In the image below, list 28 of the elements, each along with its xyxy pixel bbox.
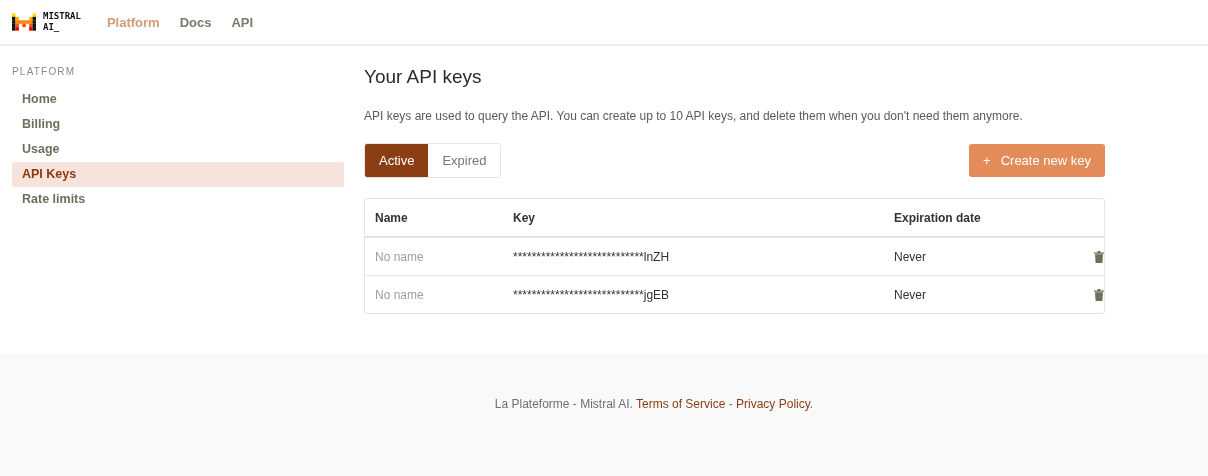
column-header: Expiration date — [893, 210, 982, 225]
column-header: Key — [512, 210, 536, 225]
sidebar-item[interactable]: API Keys — [12, 162, 344, 187]
table-cell-text: Never — [893, 287, 927, 302]
column-header: Name — [374, 210, 409, 225]
trash-icon[interactable] — [1094, 250, 1104, 263]
nav-link[interactable]: Docs — [179, 14, 212, 30]
filter-tab[interactable]: Active — [365, 144, 429, 177]
sidebar-item[interactable]: Home — [12, 87, 344, 112]
page-description: API keys are used to query the API. You can create up to 10 API keys, and delete them when you don't need them anymore. — [364, 109, 1024, 123]
logo-icon — [12, 12, 36, 32]
table-cell-text: No name — [374, 287, 425, 302]
logo-text: MISTRAL AI_ — [43, 11, 81, 33]
sidebar-item[interactable]: Billing — [12, 112, 344, 137]
table-cell-text: No name — [374, 249, 425, 264]
nav-link[interactable]: API — [231, 14, 254, 30]
create-key-button[interactable]: + Create new key — [969, 144, 1105, 177]
trash-icon[interactable] — [1094, 288, 1104, 301]
footer-link[interactable]: Privacy Policy — [736, 397, 810, 411]
sidebar-item[interactable]: Usage — [12, 137, 344, 162]
table-cell-text: ****************************lnZH — [512, 249, 671, 264]
page-title: Your API keys — [364, 66, 483, 88]
sidebar-item[interactable]: Rate limits — [12, 187, 344, 212]
table-cell-text: Never — [893, 249, 927, 264]
footer-link[interactable]: Terms of Service — [636, 397, 726, 411]
sidebar-heading: PLATFORM — [12, 66, 77, 77]
footer-text: La Plateforme - Mistral AI. Terms of Service - Privacy Policy. — [494, 397, 814, 411]
table-cell-text: ****************************jgEB — [512, 287, 671, 302]
